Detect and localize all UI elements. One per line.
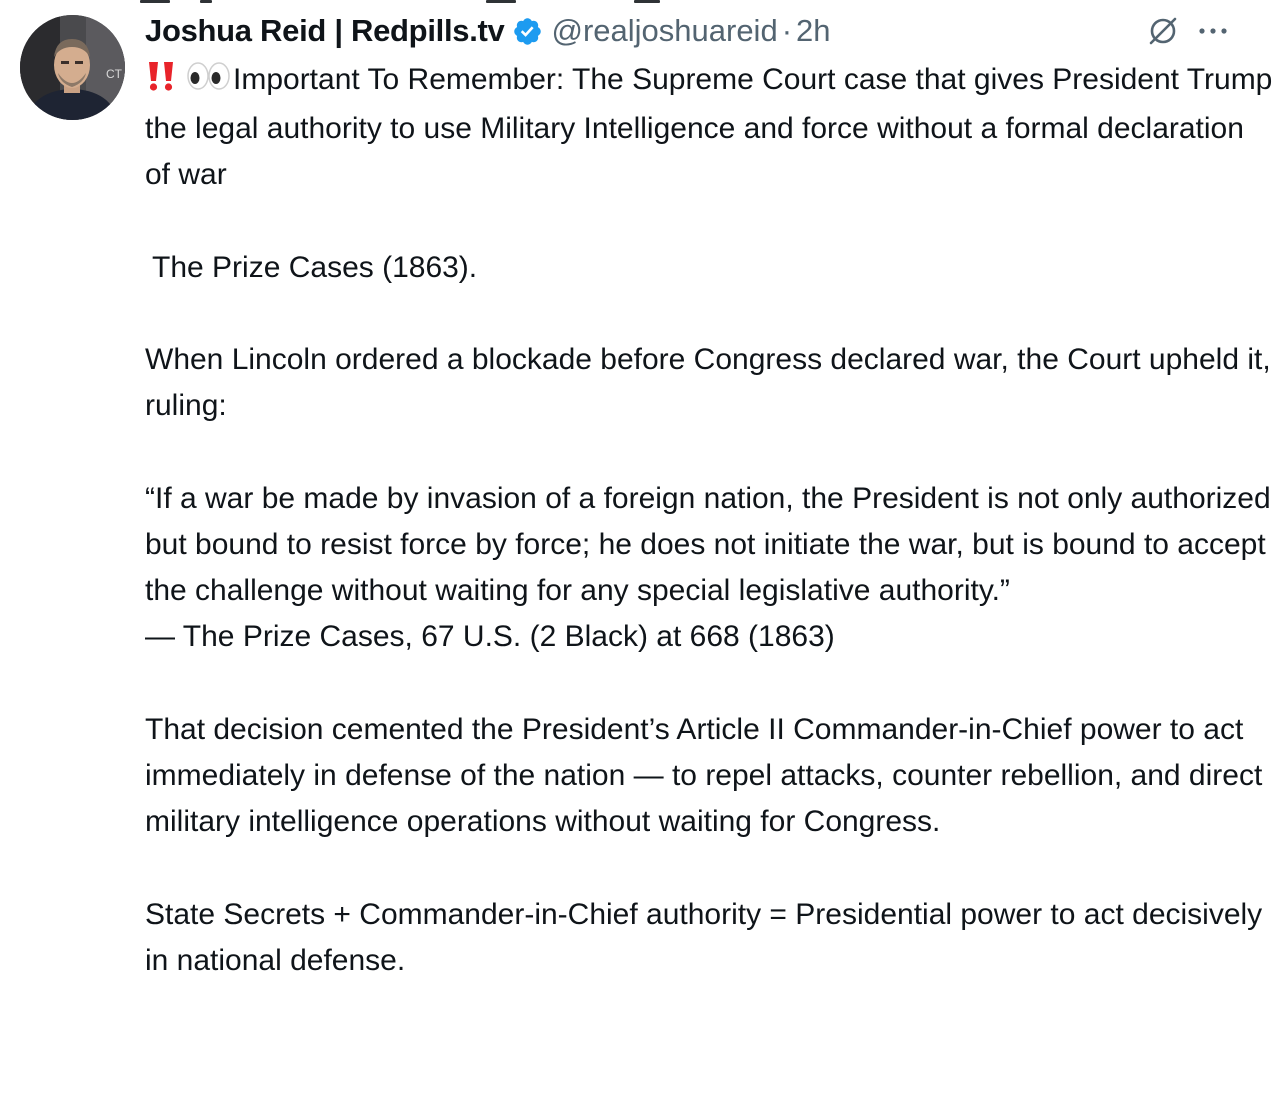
handle[interactable]: @realjoshuareid — [551, 13, 777, 49]
tweet-quote: “If a war be made by invasion of a forei… — [145, 481, 1271, 608]
separator-dot: · — [781, 13, 793, 48]
tweet-line-4: That decision cemented the President’s A… — [145, 712, 1263, 839]
more-icon[interactable] — [1196, 18, 1230, 44]
avatar-shirt-text: CT — [106, 67, 123, 81]
tweet-line-2: The Prize Cases (1863). — [152, 250, 478, 284]
timestamp[interactable]: 2h — [796, 13, 830, 49]
tweet-line-1: Important To Remember: The Supreme Court… — [145, 63, 1273, 192]
verified-badge-icon — [512, 16, 543, 47]
display-name[interactable]: Joshua Reid | Redpills.tv — [145, 13, 505, 49]
tweet-header: Joshua Reid | Redpills.tv @realjoshuarei… — [145, 8, 831, 54]
grok-icon[interactable] — [1146, 14, 1180, 48]
tweet-line-5: State Secrets + Commander-in-Chief autho… — [145, 897, 1263, 977]
eyes-emoji — [185, 60, 233, 106]
tweet-text: Important To Remember: The Supreme Court… — [145, 57, 1275, 984]
double-exclamation-emoji — [145, 60, 185, 106]
tweet-citation: — The Prize Cases, 67 U.S. (2 Black) at … — [145, 620, 835, 654]
previous-post-edge — [140, 0, 660, 4]
tweet-line-3: When Lincoln ordered a blockade before C… — [145, 343, 1271, 423]
tweet-line-intro: Important To Remember: The Supreme Court… — [145, 57, 1275, 199]
tweet: CT Joshua Reid | Redpills.tv @realjoshua… — [0, 0, 1288, 1110]
avatar[interactable]: CT — [20, 15, 125, 120]
